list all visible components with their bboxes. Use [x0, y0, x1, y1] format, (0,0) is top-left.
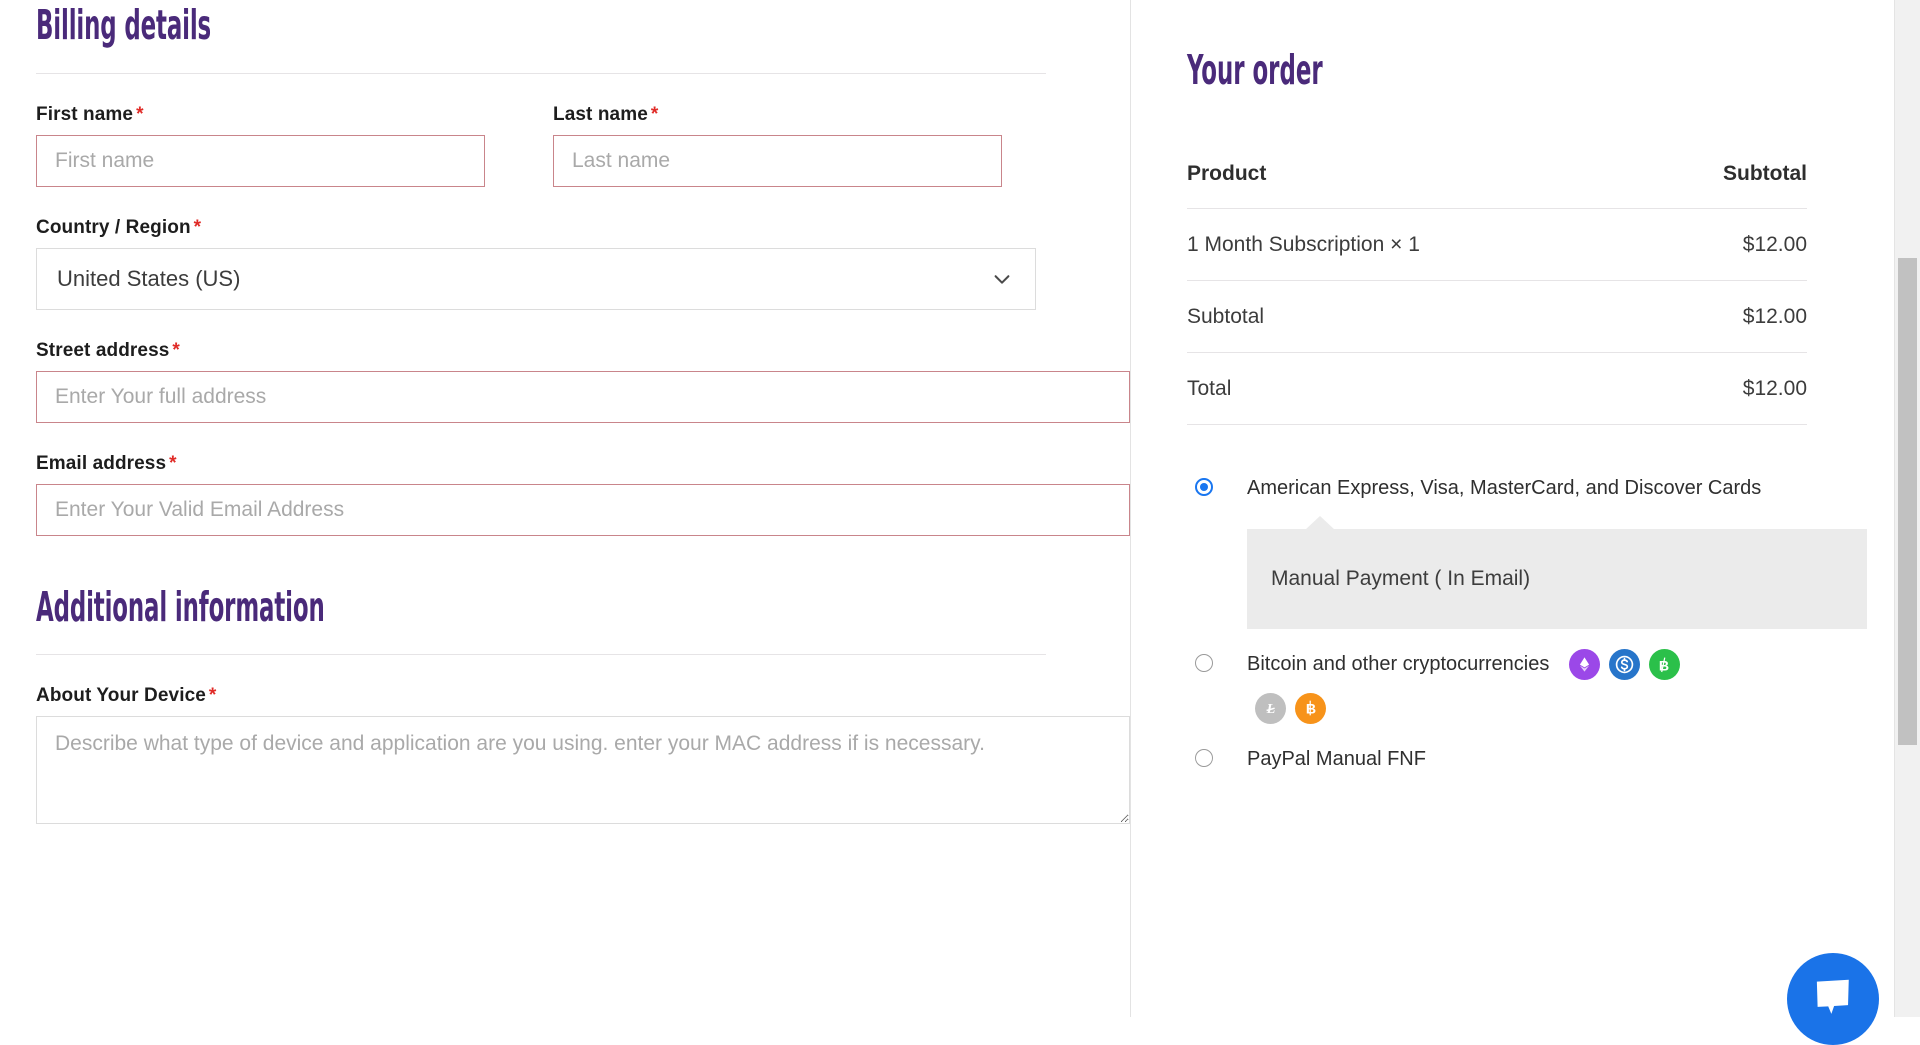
ethereum-icon	[1568, 649, 1600, 681]
table-row: Subtotal $12.00	[1187, 280, 1807, 353]
chat-widget-button[interactable]	[1787, 953, 1879, 1045]
country-selected-value: United States (US)	[57, 265, 241, 291]
crypto-icons-row-2: L B	[1255, 692, 1867, 724]
last-name-required-asterisk: *	[650, 103, 659, 125]
order-subtotal-amount: $12.00	[1642, 280, 1807, 353]
your-order-heading: Your order	[1187, 46, 1323, 94]
first-name-label: First name *	[36, 104, 485, 126]
page-scrollbar[interactable]	[1894, 0, 1920, 1017]
additional-information-heading: Additional information	[36, 582, 325, 631]
usdc-icon	[1608, 649, 1640, 681]
last-name-label-text: Last name	[553, 103, 648, 125]
device-required-asterisk: *	[208, 685, 217, 707]
additional-heading-divider	[36, 654, 1046, 656]
billing-details-heading: Billing details	[36, 1, 212, 49]
radio-cards[interactable]	[1195, 478, 1213, 496]
payment-methods-list: American Express, Visa, MasterCard, and …	[1187, 469, 1867, 778]
crypto-icons-row-1: B	[1568, 649, 1680, 681]
about-your-device-label: About Your Device *	[36, 685, 1130, 707]
column-header-subtotal: Subtotal	[1723, 162, 1807, 185]
email-address-input[interactable]	[36, 483, 1130, 536]
email-field-group: Email address *	[36, 453, 1130, 536]
order-table-header-row: Product Subtotal	[1187, 162, 1807, 209]
chevron-down-icon	[991, 268, 1013, 290]
payment-option-crypto-label: Bitcoin and other cryptocurrencies	[1247, 652, 1550, 675]
street-address-label: Street address *	[36, 340, 1130, 362]
order-total-label: Total	[1187, 352, 1643, 425]
bitcoin-cash-icon: B	[1648, 649, 1680, 681]
last-name-input[interactable]	[553, 134, 1002, 187]
order-total-amount: $12.00	[1642, 352, 1807, 425]
street-field-group: Street address *	[36, 340, 1130, 423]
svg-text:B: B	[1305, 702, 1315, 718]
about-your-device-textarea[interactable]	[36, 716, 1130, 825]
email-required-asterisk: *	[169, 452, 177, 474]
payment-option-cards-label: American Express, Visa, MasterCard, and …	[1247, 477, 1762, 499]
billing-column: Billing details First name* Last name*	[0, 0, 1130, 1017]
scrollbar-thumb[interactable]	[1898, 258, 1917, 745]
email-address-label: Email address *	[36, 453, 1130, 475]
first-name-label-text: First name	[36, 103, 134, 125]
column-header-product: Product	[1187, 162, 1267, 185]
name-fields-row: First name* Last name*	[36, 104, 1130, 187]
first-name-required-asterisk: *	[136, 103, 144, 125]
litecoin-icon: L	[1255, 692, 1286, 724]
street-required-asterisk: *	[172, 339, 180, 361]
manual-payment-info-box-wrapper: Manual Payment ( In Email)	[1247, 516, 1867, 629]
country-field-group: Country / Region * United States (US)	[36, 217, 1130, 310]
manual-payment-info-text: Manual Payment ( In Email)	[1247, 529, 1867, 629]
order-line-amount: $12.00	[1642, 208, 1807, 281]
street-address-input[interactable]	[36, 370, 1130, 423]
radio-crypto[interactable]	[1195, 653, 1213, 672]
chat-bubble-icon	[1811, 975, 1855, 1024]
last-name-label: Last name *	[553, 104, 1002, 126]
radio-paypal[interactable]	[1195, 748, 1213, 767]
table-row: 1 Month Subscription × 1 $12.00	[1187, 208, 1807, 281]
billing-heading-divider	[36, 72, 1046, 74]
order-column: Your order Product Subtotal 1 Month Subs…	[1131, 0, 1920, 1045]
payment-option-crypto[interactable]: Bitcoin and other cryptocurrencies B B	[1187, 645, 1867, 724]
country-required-asterisk: *	[193, 216, 202, 238]
checkout-page: Billing details First name* Last name*	[0, 0, 1920, 1045]
order-summary-table: Product Subtotal 1 Month Subscription × …	[1187, 162, 1807, 425]
country-select[interactable]: United States (US)	[36, 247, 1036, 310]
table-row: Total $12.00	[1187, 352, 1807, 425]
country-label: Country / Region *	[36, 217, 1130, 239]
order-line-product-name: 1 Month Subscription × 1	[1187, 208, 1643, 281]
first-name-input[interactable]	[36, 134, 485, 187]
payment-option-cards[interactable]: American Express, Visa, MasterCard, and …	[1187, 469, 1867, 629]
payment-option-paypal[interactable]: PayPal Manual FNF	[1187, 740, 1867, 778]
payment-option-paypal-label: PayPal Manual FNF	[1247, 747, 1426, 770]
info-box-arrow-icon	[1305, 516, 1335, 530]
bitcoin-icon: B	[1295, 692, 1326, 724]
country-label-text: Country / Region	[36, 216, 191, 238]
street-address-label-text: Street address	[36, 339, 170, 361]
device-field-group: About Your Device *	[36, 685, 1130, 829]
order-subtotal-label: Subtotal	[1187, 280, 1643, 353]
about-your-device-label-text: About Your Device	[36, 685, 206, 707]
email-address-label-text: Email address	[36, 452, 167, 474]
first-name-field-group: First name *	[36, 104, 485, 187]
last-name-field-group: Last name *	[553, 104, 1002, 187]
